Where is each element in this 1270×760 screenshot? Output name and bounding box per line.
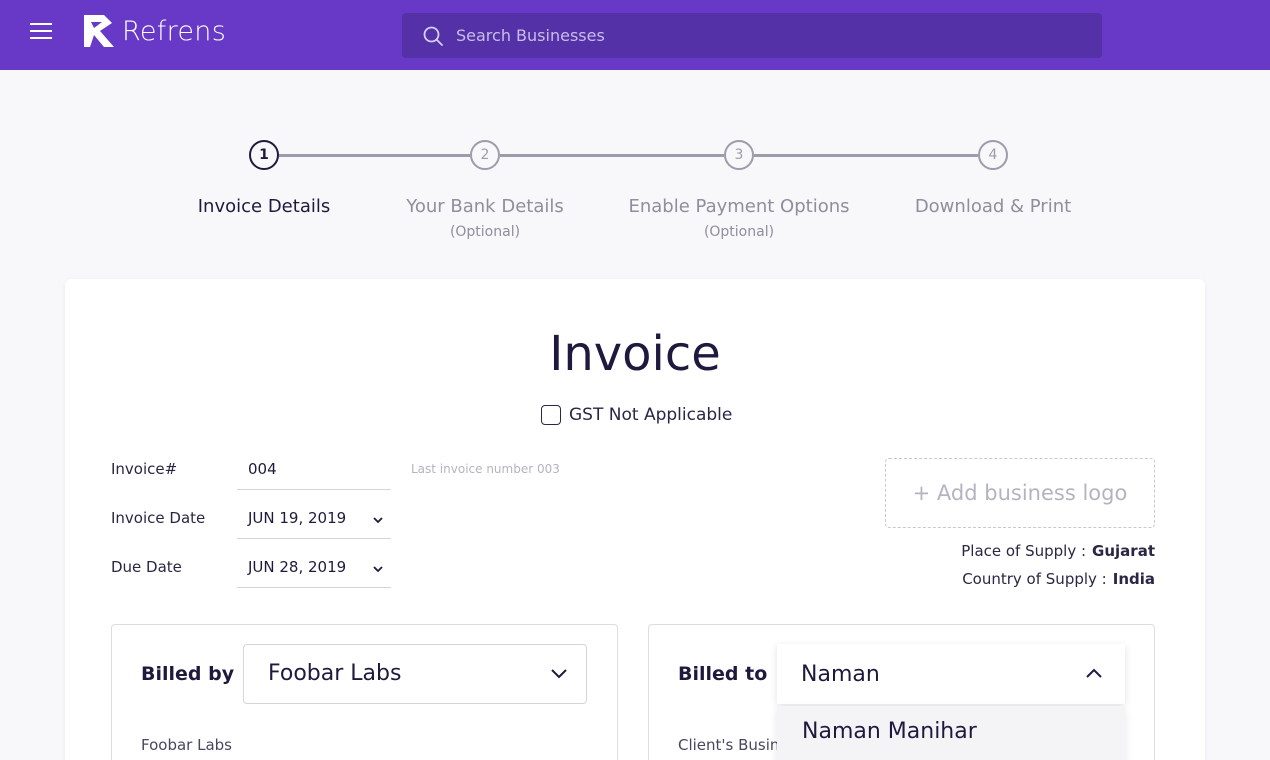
step-2-label[interactable]: Your Bank Details — [355, 196, 615, 217]
invoice-number-label: Invoice# — [111, 460, 178, 478]
dropdown-option[interactable]: Naman Manihar — [802, 719, 977, 744]
chevron-down-icon — [551, 669, 567, 679]
invoice-date-label: Invoice Date — [111, 509, 206, 527]
hamburger-menu-icon[interactable] — [30, 21, 52, 41]
chevron-down-icon — [373, 566, 383, 573]
search-input[interactable] — [456, 13, 1076, 58]
search-bar — [402, 13, 1102, 58]
brand-name: Refrens — [122, 15, 227, 47]
due-date-label: Due Date — [111, 558, 182, 576]
billed-by-title: Billed by — [141, 663, 235, 685]
billed-by-select[interactable]: Foobar Labs — [243, 644, 587, 704]
step-connector — [500, 154, 724, 157]
place-of-supply: Place of Supply : Gujarat — [961, 542, 1155, 560]
chevron-down-icon — [373, 517, 383, 524]
step-3-sublabel: (Optional) — [703, 224, 775, 240]
invoice-title: Invoice — [549, 326, 721, 382]
step-3-circle[interactable]: 3 — [724, 140, 754, 170]
billed-to-title: Billed to — [678, 663, 768, 685]
invoice-date-picker[interactable]: JUN 19, 2019 — [237, 503, 391, 539]
billed-to-dropdown: Naman Manihar — [777, 706, 1125, 760]
billed-by-selected-value: Foobar Labs — [268, 661, 402, 686]
gst-not-applicable-option[interactable]: GST Not Applicable — [541, 405, 732, 425]
chevron-up-icon[interactable] — [1085, 667, 1103, 679]
step-2-circle[interactable]: 2 — [470, 140, 500, 170]
step-4-label[interactable]: Download & Print — [863, 196, 1123, 217]
due-date-value: JUN 28, 2019 — [248, 558, 347, 576]
place-of-supply-value: Gujarat — [1092, 542, 1155, 560]
step-4-circle[interactable]: 4 — [978, 140, 1008, 170]
country-of-supply-label: Country of Supply : — [962, 570, 1107, 588]
top-navigation-bar: Refrens — [0, 0, 1270, 70]
step-3-label[interactable]: Enable Payment Options — [609, 196, 869, 217]
country-of-supply-value: India — [1112, 570, 1155, 588]
step-1-circle[interactable]: 1 — [249, 140, 279, 170]
billed-to-search-input[interactable] — [801, 644, 1081, 704]
step-connector — [279, 154, 470, 157]
country-of-supply: Country of Supply : India — [962, 570, 1155, 588]
last-invoice-hint: Last invoice number 003 — [411, 462, 560, 476]
billed-by-business-name: Foobar Labs — [141, 736, 232, 754]
due-date-picker[interactable]: JUN 28, 2019 — [237, 552, 391, 588]
gst-checkbox[interactable] — [541, 405, 561, 425]
place-of-supply-label: Place of Supply : — [961, 542, 1087, 560]
step-2-sublabel: (Optional) — [449, 224, 521, 240]
billed-to-combobox[interactable] — [777, 644, 1125, 704]
add-business-logo-button[interactable]: + Add business logo — [885, 458, 1155, 528]
gst-label: GST Not Applicable — [569, 405, 733, 425]
invoice-number-field[interactable] — [237, 454, 391, 490]
step-connector — [754, 154, 978, 157]
search-icon — [423, 26, 443, 46]
refrens-logo[interactable]: Refrens — [82, 13, 226, 49]
refrens-logo-icon — [84, 15, 114, 47]
invoice-date-value: JUN 19, 2019 — [248, 509, 347, 527]
invoice-number-input[interactable] — [248, 460, 368, 478]
